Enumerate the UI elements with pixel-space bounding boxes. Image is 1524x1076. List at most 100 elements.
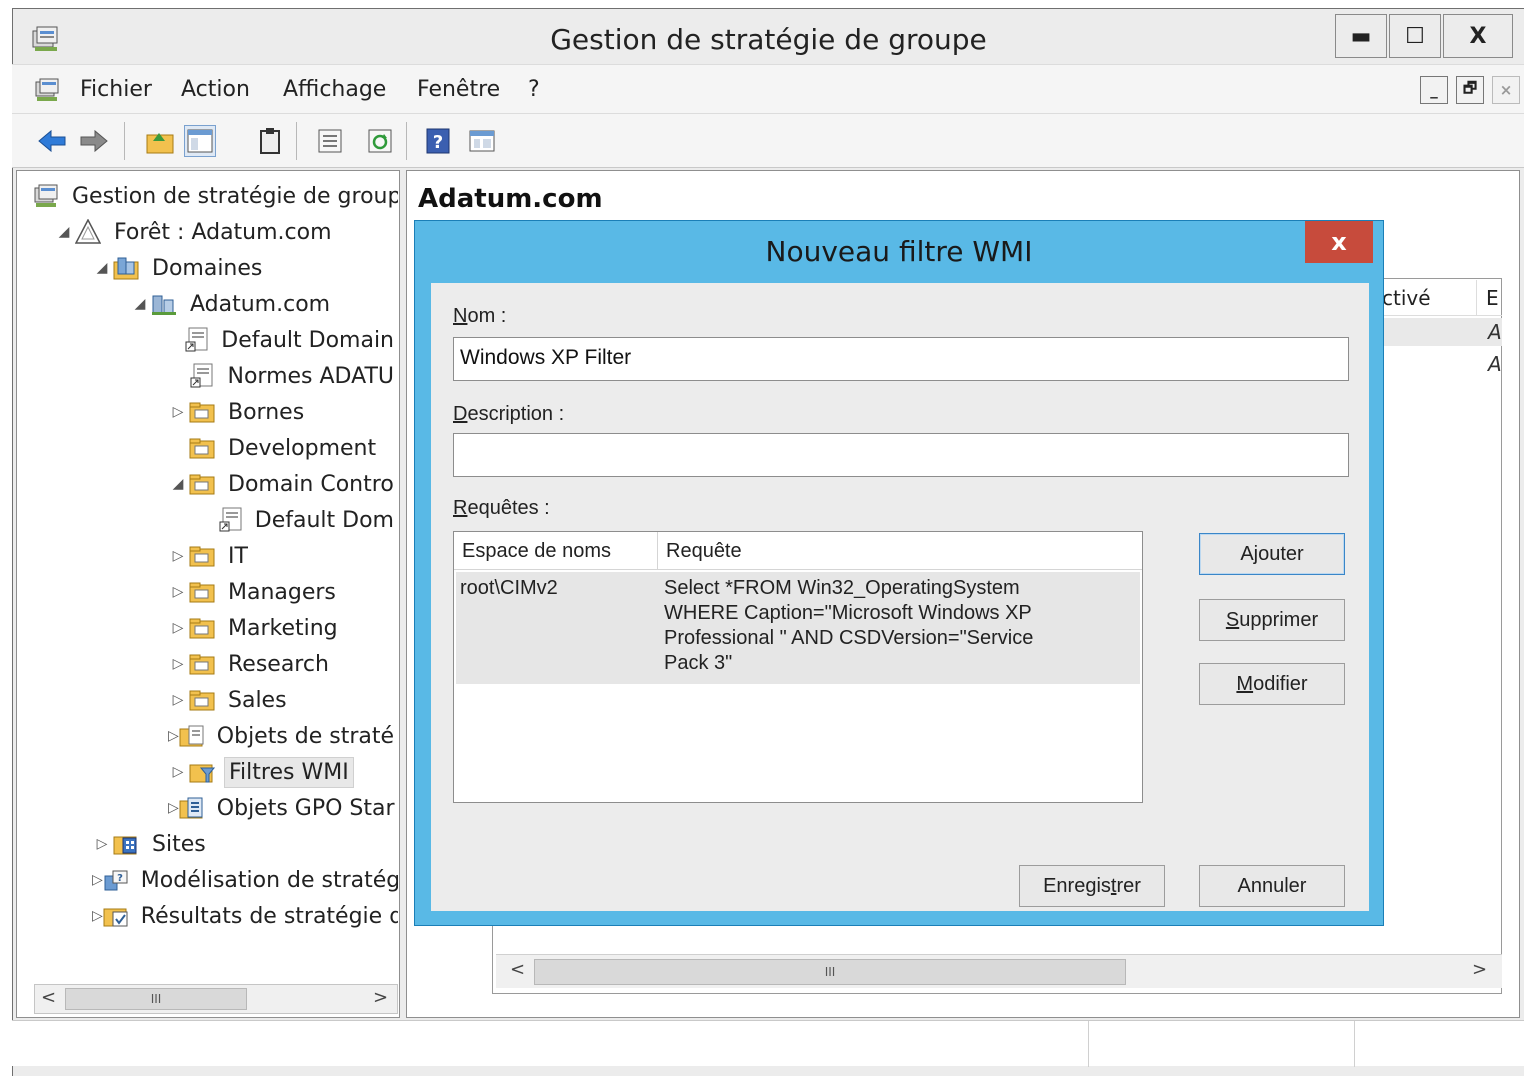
minimize-button[interactable]: ▬: [1335, 14, 1387, 58]
tree-item[interactable]: ▷ IT: [168, 538, 252, 574]
collapse-arrow-icon[interactable]: ◢: [130, 296, 150, 312]
gpmc-icon: [34, 183, 60, 209]
maximize-button[interactable]: ☐: [1389, 14, 1441, 58]
query-line: Select *FROM Win32_OperatingSystem: [664, 577, 1020, 599]
window-title: Gestion de stratégie de groupe: [550, 23, 987, 56]
tree-item[interactable]: ▷ Sites: [92, 826, 210, 862]
queries-list[interactable]: Espace de noms Requête root\CIMv2 Select…: [453, 531, 1143, 803]
scroll-right-arrow[interactable]: >: [1472, 959, 1487, 980]
expand-arrow-icon[interactable]: ▷: [168, 728, 179, 744]
forest-icon: [74, 219, 102, 245]
tree-horizontal-scrollbar[interactable]: < III >: [34, 984, 398, 1014]
tree-item[interactable]: Development: [168, 430, 380, 466]
tree-item[interactable]: ▷ Objets GPO Star: [168, 790, 398, 826]
column-header-e[interactable]: E: [1486, 286, 1499, 310]
tree-item[interactable]: ◢ Forêt : Adatum.com: [54, 214, 336, 250]
expand-arrow-icon[interactable]: ▷: [168, 800, 179, 816]
query-line: Professional " AND CSDVersion="Service: [664, 627, 1034, 649]
expand-arrow-icon[interactable]: ▷: [168, 656, 188, 672]
tree-item-label: Résultats de stratégie d: [140, 903, 398, 929]
scroll-right-arrow[interactable]: >: [373, 987, 388, 1008]
scroll-left-arrow[interactable]: <: [510, 959, 525, 980]
menu-fenetre[interactable]: Fenêtre: [417, 77, 500, 102]
tree-item-label: Default Dom: [254, 507, 394, 533]
expand-arrow-icon[interactable]: ▷: [168, 620, 188, 636]
back-icon[interactable]: [36, 125, 68, 157]
forward-icon[interactable]: [78, 125, 110, 157]
scroll-thumb[interactable]: III: [65, 988, 247, 1010]
mdi-minimize-button[interactable]: _: [1420, 76, 1448, 104]
column-header-enabled[interactable]: ctivé: [1382, 286, 1431, 310]
close-button[interactable]: X: [1443, 14, 1513, 58]
menu-affichage[interactable]: Affichage: [283, 77, 386, 102]
tree-item[interactable]: Default Dom: [204, 502, 398, 538]
expand-arrow-icon[interactable]: ▷: [92, 908, 103, 924]
tree-item[interactable]: ▷ Sales: [168, 682, 291, 718]
menu-action[interactable]: Action: [181, 77, 250, 102]
up-folder-icon[interactable]: [144, 125, 176, 157]
tree-item[interactable]: Default Domain: [168, 322, 398, 358]
results-icon: [103, 903, 129, 929]
cancel-button[interactable]: Annuler: [1199, 865, 1345, 907]
toolbar-separator: [124, 122, 125, 160]
tree-item[interactable]: ▷ Research: [168, 646, 333, 682]
tree-item-label: Sites: [152, 831, 206, 857]
tree-item[interactable]: Gestion de stratégie de groupe: [34, 178, 398, 214]
menu-help[interactable]: ?: [528, 77, 540, 102]
collapse-arrow-icon[interactable]: ◢: [54, 224, 74, 240]
expand-arrow-icon[interactable]: ▷: [168, 584, 188, 600]
title-bar: Gestion de stratégie de groupe ▬ ☐ X: [13, 9, 1524, 71]
tree-item[interactable]: Normes ADATU: [168, 358, 398, 394]
tree-item[interactable]: ▷ Managers: [168, 574, 340, 610]
expand-arrow-icon[interactable]: ▷: [168, 764, 188, 780]
gpo-link-icon: [219, 507, 243, 533]
tree-item[interactable]: ▷ Bornes: [168, 394, 308, 430]
collapse-arrow-icon[interactable]: ◢: [168, 476, 188, 492]
menu-fichier[interactable]: Fichier: [80, 77, 152, 102]
tree-item[interactable]: ▷ Résultats de stratégie d: [92, 898, 398, 934]
tree-item-label: Normes ADATU: [227, 363, 394, 389]
tree-item[interactable]: ▷? Modélisation de stratég: [92, 862, 398, 898]
expand-arrow-icon[interactable]: ▷: [92, 836, 112, 852]
column-header-query[interactable]: Requête: [658, 532, 1142, 570]
expand-arrow-icon[interactable]: ▷: [168, 404, 188, 420]
console-icon[interactable]: [466, 125, 498, 157]
modify-button[interactable]: Modifier: [1199, 663, 1345, 705]
tree-item-label: IT: [228, 543, 248, 569]
expand-arrow-icon[interactable]: ▷: [168, 692, 188, 708]
details-title: Adatum.com: [418, 184, 603, 214]
properties-icon[interactable]: [314, 125, 346, 157]
scroll-thumb[interactable]: III: [534, 959, 1126, 985]
clipboard-icon[interactable]: [254, 125, 286, 157]
tree-item[interactable]: ▷ Filtres WMI: [168, 754, 354, 790]
expand-arrow-icon[interactable]: ▷: [92, 872, 103, 888]
name-field[interactable]: Windows XP Filter: [453, 337, 1349, 381]
scroll-left-arrow[interactable]: <: [41, 987, 56, 1008]
mdi-close-button[interactable]: ×: [1492, 76, 1520, 104]
details-row-highlight[interactable]: [1376, 318, 1502, 346]
description-field[interactable]: [453, 433, 1349, 477]
name-label: Nom :: [453, 305, 506, 328]
show-hide-tree-icon[interactable]: [184, 125, 216, 157]
query-row[interactable]: root\CIMv2 Select *FROM Win32_OperatingS…: [456, 572, 1140, 684]
tree-item-label: Bornes: [228, 399, 305, 425]
tree-item[interactable]: ◢ Domaines: [92, 250, 266, 286]
svg-text:?: ?: [117, 873, 123, 884]
name-label-accel: N: [453, 305, 468, 327]
save-button[interactable]: Enregis t rer: [1019, 865, 1165, 907]
expand-arrow-icon[interactable]: ▷: [168, 548, 188, 564]
mdi-restore-button[interactable]: 🗗: [1456, 76, 1484, 104]
remove-button[interactable]: Supprimer: [1199, 599, 1345, 641]
tree-item[interactable]: ◢ Domain Contro: [168, 466, 398, 502]
tree-item[interactable]: ◢ Adatum.com: [130, 286, 334, 322]
help-icon[interactable]: ?: [422, 125, 454, 157]
refresh-icon[interactable]: [364, 125, 396, 157]
column-header-namespace[interactable]: Espace de noms: [454, 532, 658, 570]
collapse-arrow-icon[interactable]: ◢: [92, 260, 112, 276]
tree-item[interactable]: ▷ Objets de straté: [168, 718, 398, 754]
add-button[interactable]: Ajouter: [1199, 533, 1345, 575]
wmi-folder-icon: [188, 759, 216, 785]
tree-item[interactable]: ▷ Marketing: [168, 610, 342, 646]
details-horizontal-scrollbar[interactable]: < III >: [496, 954, 1502, 988]
dialog-close-button[interactable]: x: [1305, 221, 1373, 263]
